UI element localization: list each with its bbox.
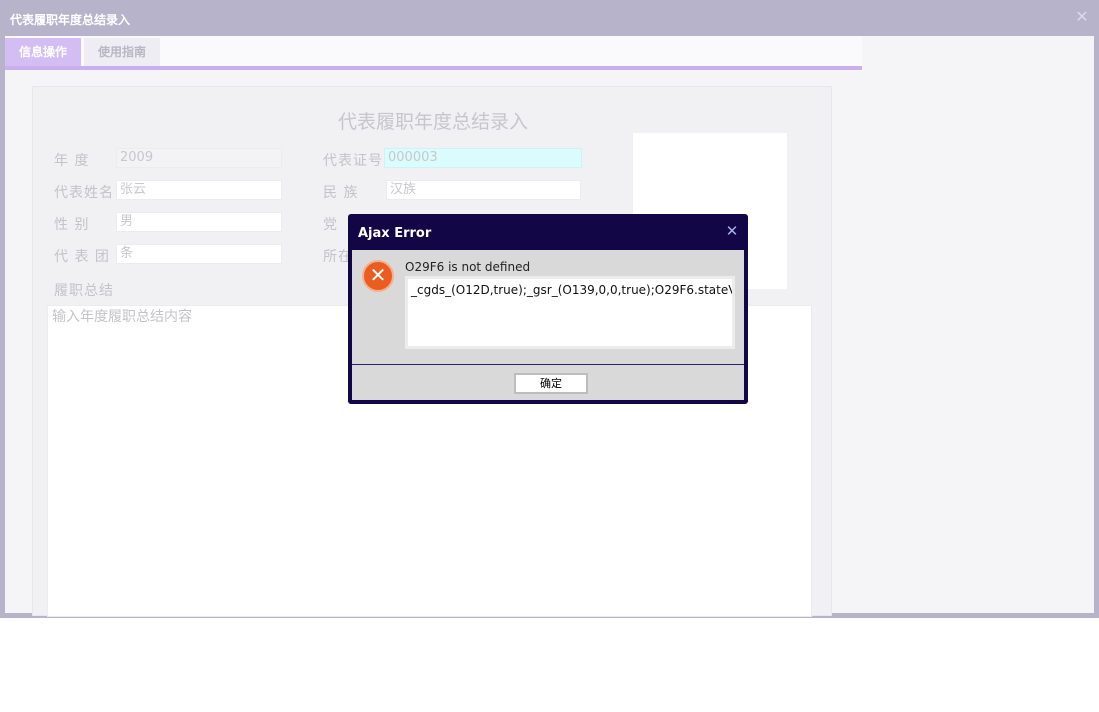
error-message: O29F6 is not defined (405, 260, 531, 274)
delegation-field[interactable]: 条 (116, 244, 282, 264)
rep-name-field[interactable]: 张云 (116, 180, 282, 200)
error-detail-textarea[interactable]: _cgds_(O12D,true);_gsr_(O139,0,0,true);O… (405, 276, 735, 349)
ok-button[interactable]: 确定 (514, 373, 588, 394)
rep-id-field[interactable]: 000003 (384, 148, 582, 168)
window-close-icon[interactable]: ✕ (1073, 8, 1091, 26)
tab-user-guide[interactable]: 使用指南 (84, 38, 160, 66)
year-label: 年 度 (54, 153, 90, 169)
party-label: 党 (323, 217, 338, 233)
form-title: 代表履职年度总结录入 (337, 111, 528, 133)
window-title: 代表履职年度总结录入 (10, 13, 131, 27)
summary-label: 履职总结 (54, 283, 114, 299)
gender-field[interactable]: 男 (116, 212, 282, 232)
dialog-body: ✕ O29F6 is not defined _cgds_(O12D,true)… (352, 250, 744, 400)
gender-label: 性 别 (54, 217, 90, 233)
window-titlebar: 代表履职年度总结录入 ✕ (0, 0, 1099, 36)
dialog-close-icon[interactable]: ✕ (724, 223, 740, 239)
dialog-divider (352, 364, 744, 365)
rep-id-label: 代表证号 (323, 153, 383, 169)
ethnicity-field[interactable]: 汉族 (386, 180, 581, 200)
year-field[interactable]: 2009 (116, 148, 282, 168)
tab-info-operation[interactable]: 信息操作 (5, 38, 81, 66)
error-x-icon: ✕ (362, 260, 394, 292)
delegation-label: 代 表 团 (54, 249, 110, 265)
tab-strip: 信息操作 使用指南 (5, 36, 862, 70)
ajax-error-dialog: Ajax Error ✕ ✕ O29F6 is not defined _cgd… (348, 214, 748, 404)
ethnicity-label: 民 族 (323, 185, 359, 201)
dialog-title: Ajax Error (358, 226, 432, 241)
rep-name-label: 代表姓名 (54, 185, 114, 201)
